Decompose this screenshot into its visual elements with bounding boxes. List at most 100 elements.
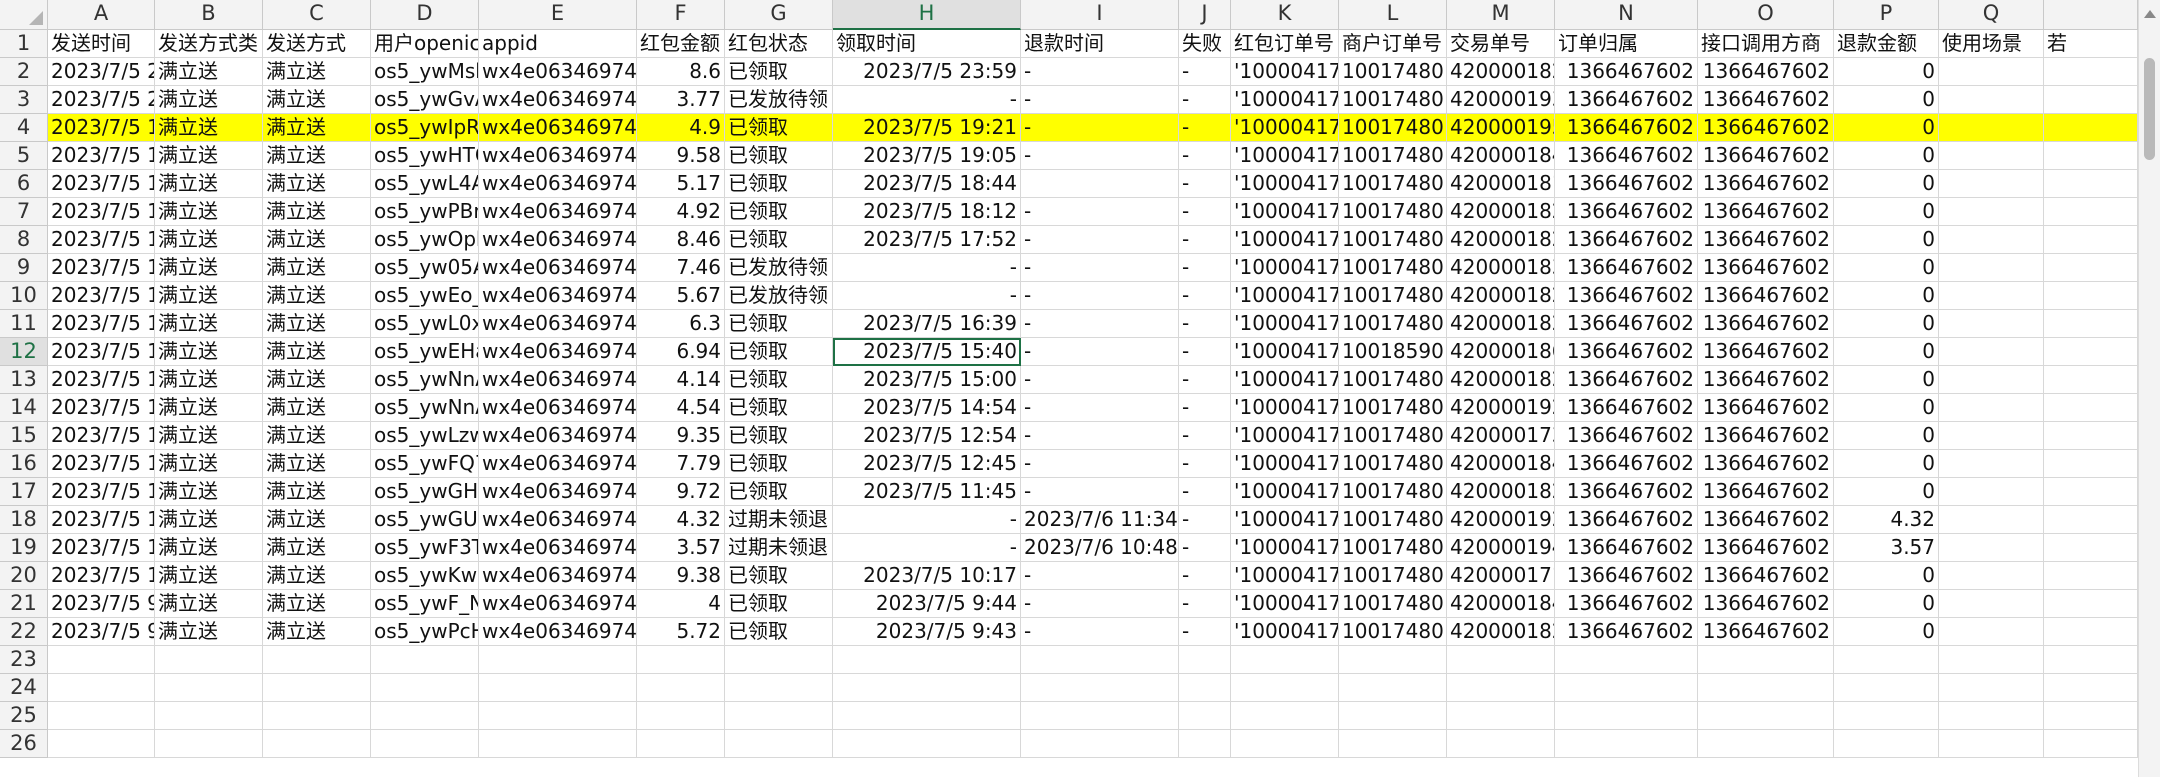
row-header-20[interactable]: 20	[0, 562, 48, 590]
data-cell[interactable]: '1000041​7(	[1231, 310, 1339, 338]
data-cell[interactable]: 2023/7/5 20:51	[48, 86, 155, 114]
data-cell[interactable]: 已领取	[725, 226, 833, 254]
empty-cell[interactable]	[48, 646, 155, 674]
data-cell[interactable]	[1939, 310, 2044, 338]
data-cell[interactable]: 2023/7/5 9:43	[833, 618, 1021, 646]
data-cell[interactable]: 1366467602	[1698, 562, 1834, 590]
field-header-cell[interactable]: 交易单号	[1447, 30, 1555, 58]
data-cell[interactable]: 0	[1834, 114, 1939, 142]
data-cell[interactable]: '1000041​7(	[1231, 590, 1339, 618]
data-cell[interactable]: 1366467602	[1698, 450, 1834, 478]
data-cell[interactable]: -	[1021, 478, 1179, 506]
column-header-d[interactable]: D	[371, 0, 479, 30]
data-cell[interactable]: -	[833, 86, 1021, 114]
data-cell[interactable]	[1939, 534, 2044, 562]
data-cell[interactable]: 1366467602	[1555, 534, 1698, 562]
data-cell[interactable]: 10017480	[1339, 114, 1447, 142]
data-cell[interactable]: wx4e063469740d	[479, 86, 637, 114]
data-cell[interactable]: 2023/7/5 12:54	[833, 422, 1021, 450]
data-cell[interactable]: wx4e063469740d	[479, 282, 637, 310]
data-cell[interactable]: os5_ywPcH	[371, 618, 479, 646]
data-cell[interactable]: 满立送	[155, 142, 263, 170]
data-cell[interactable]: 10017480	[1339, 310, 1447, 338]
empty-cell[interactable]	[48, 730, 155, 758]
data-cell[interactable]: wx4e063469740d	[479, 142, 637, 170]
data-cell[interactable]: 1366467602	[1555, 506, 1698, 534]
data-cell[interactable]: 1366467602	[1555, 422, 1698, 450]
empty-cell[interactable]	[1555, 702, 1698, 730]
column-header-o[interactable]: O	[1698, 0, 1834, 30]
row-header-14[interactable]: 14	[0, 394, 48, 422]
data-cell[interactable]	[1939, 58, 2044, 86]
empty-cell[interactable]	[155, 674, 263, 702]
data-cell[interactable]: -	[833, 534, 1021, 562]
empty-cell[interactable]	[155, 730, 263, 758]
data-cell[interactable]: 满立送	[155, 478, 263, 506]
data-cell[interactable]: 420000184	[1447, 590, 1555, 618]
empty-cell[interactable]	[637, 702, 725, 730]
data-cell[interactable]: 过期未领退	[725, 534, 833, 562]
empty-cell[interactable]	[1179, 646, 1231, 674]
data-cell[interactable]: 已领取	[725, 422, 833, 450]
data-cell[interactable]: 1366467602	[1555, 170, 1698, 198]
field-header-cell[interactable]: 退款时间	[1021, 30, 1179, 58]
empty-cell[interactable]	[263, 646, 371, 674]
empty-cell[interactable]	[1939, 674, 2044, 702]
data-cell[interactable]: 满立送	[155, 114, 263, 142]
empty-cell[interactable]	[637, 646, 725, 674]
data-cell[interactable]: wx4e063469740d	[479, 338, 637, 366]
data-cell[interactable]: 10017480	[1339, 170, 1447, 198]
data-cell[interactable]: 10017480	[1339, 450, 1447, 478]
data-cell[interactable]: 已领取	[725, 114, 833, 142]
data-cell[interactable]: -	[1179, 506, 1231, 534]
data-cell[interactable]: wx4e063469740d	[479, 58, 637, 86]
data-cell[interactable]: 0	[1834, 198, 1939, 226]
data-cell[interactable]	[1939, 86, 2044, 114]
field-header-cell[interactable]: 接口调用方商	[1698, 30, 1834, 58]
data-cell[interactable]: 420000183	[1447, 254, 1555, 282]
data-cell[interactable]: 已领取	[725, 170, 833, 198]
field-header-cell[interactable]: 商户订单号	[1339, 30, 1447, 58]
data-cell[interactable]: '1000041​7(	[1231, 422, 1339, 450]
data-cell[interactable]: 满立送	[155, 310, 263, 338]
field-header-cell[interactable]: 若	[2044, 30, 2138, 58]
data-cell[interactable]: -	[1021, 198, 1179, 226]
data-cell[interactable]: os5_ywKw1	[371, 562, 479, 590]
data-cell[interactable]	[1939, 562, 2044, 590]
data-cell[interactable]: 1366467602	[1698, 86, 1834, 114]
data-cell[interactable]: 1366467602	[1698, 366, 1834, 394]
data-cell[interactable]: 满立送	[263, 226, 371, 254]
data-cell[interactable]: 满立送	[263, 534, 371, 562]
empty-cell[interactable]	[1834, 730, 1939, 758]
data-cell[interactable]: 满立送	[155, 590, 263, 618]
empty-cell[interactable]	[725, 730, 833, 758]
row-header-13[interactable]: 13	[0, 366, 48, 394]
data-cell[interactable]: 2023/7/5 14:54	[833, 394, 1021, 422]
data-cell[interactable]: 2023/7/5 23:59	[48, 58, 155, 86]
empty-cell[interactable]	[1698, 730, 1834, 758]
data-cell[interactable]: 5.17	[637, 170, 725, 198]
data-cell[interactable]: 420000195	[1447, 114, 1555, 142]
data-cell[interactable]: 6.94	[637, 338, 725, 366]
empty-cell[interactable]	[1555, 646, 1698, 674]
data-cell[interactable]: 已领取	[725, 338, 833, 366]
data-cell[interactable]: 1366467602	[1555, 478, 1698, 506]
data-cell[interactable]: 满立送	[155, 562, 263, 590]
data-cell[interactable]: -	[1021, 450, 1179, 478]
data-cell[interactable]: -	[1179, 254, 1231, 282]
row-header-24[interactable]: 24	[0, 674, 48, 702]
field-header-cell[interactable]: 领取时间	[833, 30, 1021, 58]
data-cell[interactable]: 4.54	[637, 394, 725, 422]
data-cell[interactable]: 10017480	[1339, 226, 1447, 254]
data-cell[interactable]: 420000182	[1447, 366, 1555, 394]
data-cell[interactable]: os5_ywOph	[371, 226, 479, 254]
data-cell[interactable]: -	[1179, 310, 1231, 338]
data-cell[interactable]: -	[833, 254, 1021, 282]
data-cell[interactable]: 2023/7/5 12:45	[833, 450, 1021, 478]
data-cell[interactable]: 420000173	[1447, 422, 1555, 450]
data-cell[interactable]: -	[1021, 422, 1179, 450]
data-cell[interactable]: 2023/7/6 10:48	[1021, 534, 1179, 562]
data-cell[interactable]: 0	[1834, 562, 1939, 590]
data-cell[interactable]: os5_ywMsh	[371, 58, 479, 86]
empty-cell[interactable]	[1698, 702, 1834, 730]
